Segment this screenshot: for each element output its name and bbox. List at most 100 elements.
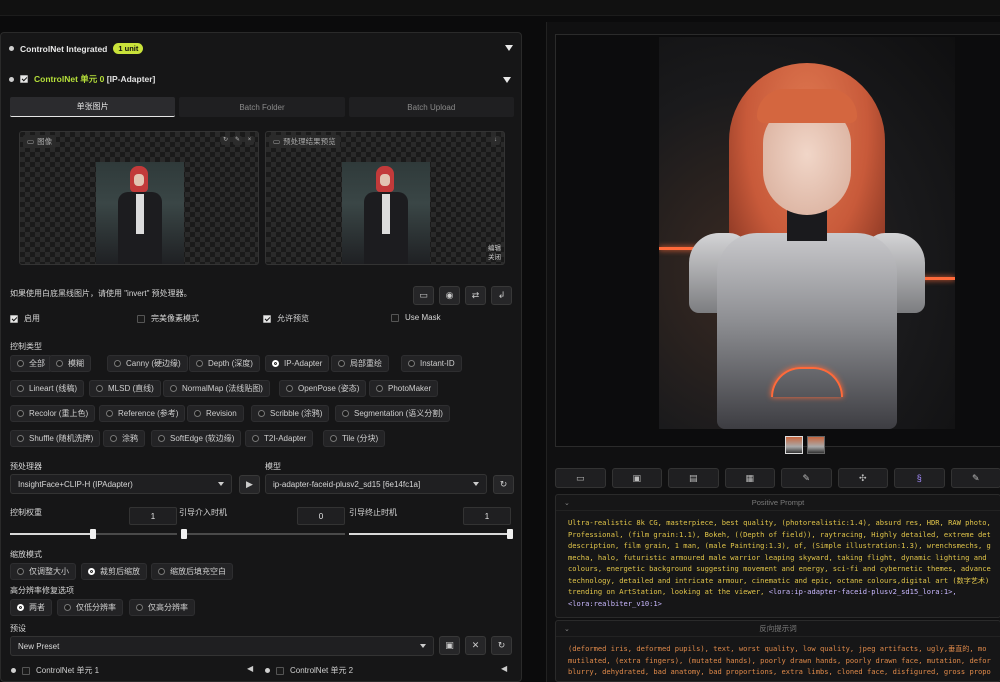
save-icon[interactable]: ▣ [611, 468, 662, 488]
resize-crop-and-resize[interactable]: 裁剪后缩放 [81, 563, 147, 580]
save-preset-icon[interactable]: ▣ [439, 636, 460, 655]
end-step-slider[interactable] [349, 529, 513, 539]
refresh-preset-icon[interactable]: ↻ [491, 636, 512, 655]
preview-label: ▭ 预处理结果预览 [269, 135, 340, 148]
resize-just-resize[interactable]: 仅调整大小 [10, 563, 76, 580]
zip-icon[interactable]: ▤ [668, 468, 719, 488]
refresh-models-icon[interactable]: ↻ [493, 475, 514, 494]
control-type-recolor[interactable]: Recolor (重上色) [10, 405, 96, 422]
send-to-extras-icon[interactable]: ✣ [837, 468, 888, 488]
bullet-icon [9, 46, 14, 51]
control-type-all[interactable]: 全部 [10, 355, 52, 372]
start-step-slider[interactable] [181, 529, 345, 539]
control-type-ip-adapter[interactable]: IP-Adapter [265, 355, 330, 372]
close-icon[interactable]: × [245, 136, 254, 145]
control-type-depth[interactable]: Depth (深度) [189, 355, 260, 372]
collapse-triangle-icon[interactable] [505, 45, 513, 51]
control-type-openpose[interactable]: OpenPose (姿态) [279, 380, 367, 397]
output-preview[interactable] [555, 34, 1000, 447]
tab-single-image[interactable]: 单张图片 [10, 97, 176, 117]
edit-info-icon[interactable]: ✎ [950, 468, 1000, 488]
control-type-t2i-adapter[interactable]: T2I-Adapter [245, 430, 314, 447]
webcam-icon[interactable]: ◉ [439, 286, 460, 305]
control-type-doodle[interactable]: 涂鸦 [103, 430, 145, 447]
unit2-tab[interactable]: ControlNet 单元 2 [265, 665, 353, 676]
download-icon[interactable]: ↓ [491, 136, 500, 145]
unit0-header[interactable]: ControlNet 单元 0 [IP-Adapter] [9, 73, 155, 85]
control-type-normalmap[interactable]: NormalMap (法线贴图) [163, 380, 270, 397]
generated-image[interactable] [659, 37, 955, 429]
control-weight-input[interactable]: 1 [129, 507, 177, 525]
pixel-perfect-checkbox[interactable] [137, 314, 145, 323]
run-preprocessor-button[interactable]: ▶ [239, 475, 260, 494]
control-weight-slider[interactable] [10, 529, 177, 539]
pixel-perfect-option[interactable]: 完美像素模式 [137, 313, 199, 324]
folder-icon[interactable]: ▭ [555, 468, 606, 488]
tab-batch-upload[interactable]: Batch Upload [348, 97, 514, 117]
control-type-blur[interactable]: 模糊 [49, 355, 91, 372]
unit2-collapse-icon[interactable]: ◀ [501, 664, 507, 673]
enable-checkbox[interactable] [10, 314, 18, 323]
control-weight-label: 控制权重 [10, 508, 42, 517]
preview-edit-close[interactable]: 编辑 关闭 [488, 244, 501, 262]
start-step-input[interactable]: 0 [297, 507, 345, 525]
extension-icon[interactable]: § [894, 468, 945, 488]
use-mask-checkbox[interactable] [391, 313, 399, 322]
hires-both[interactable]: 两者 [10, 599, 52, 616]
controlnet-integrated-header[interactable]: ControlNet Integrated 1 unit [9, 43, 144, 54]
hires-fix-label: 高分辨率修复选项 [10, 586, 74, 595]
control-type-revision[interactable]: Revision [187, 405, 244, 422]
enable-option[interactable]: 启用 [10, 313, 40, 324]
input-image-box[interactable]: ▭ 图像 ↻ ✎ × [19, 131, 259, 265]
send-to-inpaint-icon[interactable]: ✎ [781, 468, 832, 488]
thumbnail-output[interactable] [785, 436, 803, 454]
invert-note: 如果使用白底黑线图片，请使用 "invert" 预处理器。 [10, 289, 192, 298]
resize-and-fill[interactable]: 缩放后填充空白 [151, 563, 233, 580]
positive-prompt-box: ⌄ Positive Prompt Ultra-realistic 8k CG, … [555, 494, 1000, 618]
image-icon: ▭ [27, 137, 35, 146]
positive-prompt-header[interactable]: ⌄ Positive Prompt [556, 495, 1000, 511]
image-label: ▭ 图像 [23, 135, 57, 148]
control-type-inpaint[interactable]: 局部重绘 [331, 355, 389, 372]
preset-select[interactable]: New Preset [10, 636, 434, 656]
camera-icon[interactable]: ▭ [413, 286, 434, 305]
allow-preview-option[interactable]: 允许预览 [263, 313, 309, 324]
negative-prompt-box: ⌄ 反向提示词 (deformed iris, deformed pupils),… [555, 620, 1000, 682]
preprocessor-select[interactable]: InsightFace+CLIP-H (IPAdapter) [10, 474, 232, 494]
control-type-instant-id[interactable]: Instant-ID [401, 355, 462, 372]
model-select[interactable]: ip-adapter-faceid-plusv2_sd15 [6e14fc1a] [265, 474, 487, 494]
negative-prompt-header[interactable]: ⌄ 反向提示词 [556, 621, 1000, 637]
unit1-collapse-icon[interactable]: ◀ [247, 664, 253, 673]
control-type-lineart[interactable]: Lineart (线稿) [10, 380, 85, 397]
preview-tools: ↓ [491, 136, 500, 145]
resize-mode-label: 缩放模式 [10, 550, 42, 559]
control-type-softedge[interactable]: SoftEdge (软边缘) [151, 430, 242, 447]
hires-high-only[interactable]: 仅高分辨率 [129, 599, 195, 616]
tab-batch-folder[interactable]: Batch Folder [179, 97, 345, 117]
control-type-mlsd[interactable]: MLSD (直线) [89, 380, 161, 397]
thumbnail-control[interactable] [807, 436, 825, 454]
control-type-photomaker[interactable]: PhotoMaker [369, 380, 439, 397]
control-type-canny[interactable]: Canny (硬边缘) [107, 355, 188, 372]
allow-preview-checkbox[interactable] [263, 314, 271, 323]
unit0-collapse-icon[interactable] [503, 77, 511, 83]
edit-icon[interactable]: ✎ [233, 136, 242, 145]
unit-tabs-footer: ControlNet 单元 1 ◀ ControlNet 单元 2 ◀ [1, 656, 521, 681]
unit1-checkbox[interactable] [22, 666, 30, 675]
unit0-enable-checkbox[interactable] [20, 75, 28, 83]
unit2-checkbox[interactable] [276, 666, 284, 675]
delete-preset-icon[interactable]: ✕ [465, 636, 486, 655]
control-type-shuffle[interactable]: Shuffle (随机洗牌) [10, 430, 101, 447]
control-type-scribble[interactable]: Scribble (涂鸦) [251, 405, 330, 422]
control-type-segmentation[interactable]: Segmentation (语义分割) [335, 405, 450, 422]
end-step-input[interactable]: 1 [463, 507, 511, 525]
unit1-tab[interactable]: ControlNet 单元 1 [11, 665, 99, 676]
swap-icon[interactable]: ⇄ [465, 286, 486, 305]
rotate-icon[interactable]: ↻ [221, 136, 230, 145]
control-type-tile[interactable]: Tile (分块) [323, 430, 386, 447]
use-mask-option[interactable]: Use Mask [391, 313, 441, 322]
send-to-img2img-icon[interactable]: ▦ [724, 468, 775, 488]
control-type-reference[interactable]: Reference (参考) [99, 405, 186, 422]
send-dimensions-icon[interactable]: ↲ [491, 286, 512, 305]
hires-low-only[interactable]: 仅低分辨率 [57, 599, 123, 616]
